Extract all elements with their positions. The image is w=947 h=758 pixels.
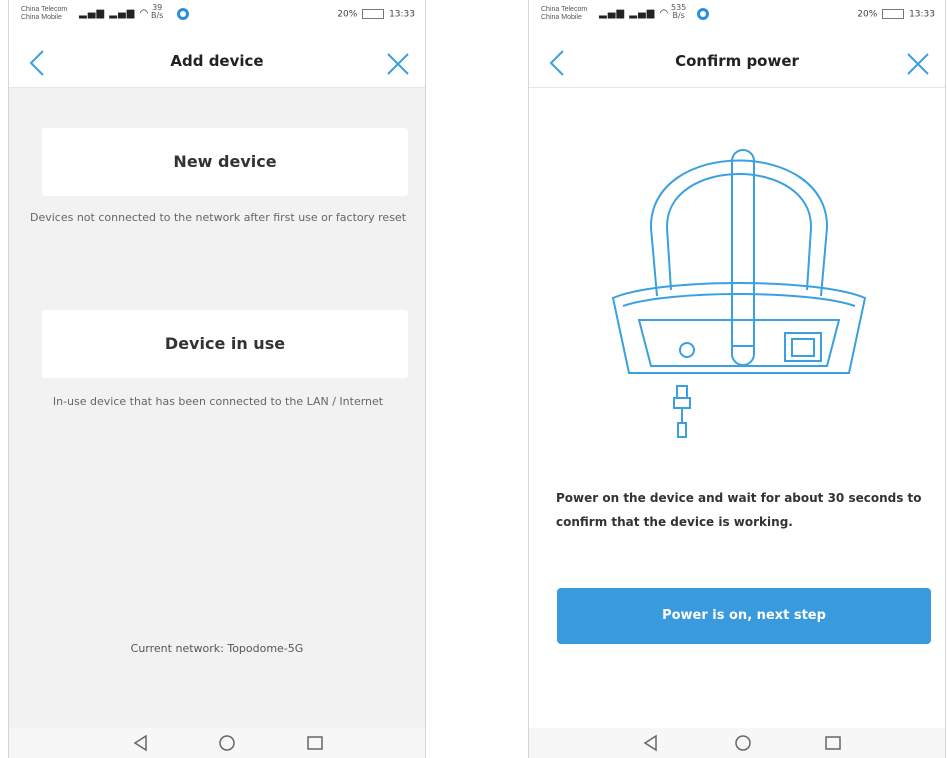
system-recents-icon[interactable] xyxy=(823,733,843,753)
battery-icon xyxy=(362,9,385,19)
nav-bar: Add device xyxy=(9,38,425,88)
app-indicator-icon xyxy=(697,8,709,20)
status-right: 20% 13:33 xyxy=(857,9,935,20)
battery-percent: 20% xyxy=(337,9,358,20)
system-home-icon[interactable] xyxy=(217,733,237,753)
net-speed: 39 B/s xyxy=(151,3,164,20)
status-bar: China Telecom China Mobile ▂▄▆ ▂▄▆ ◠ 39 … xyxy=(9,0,425,38)
system-home-icon[interactable] xyxy=(733,733,753,753)
system-back-icon[interactable] xyxy=(641,733,661,753)
camera-illustration xyxy=(611,149,867,438)
status-bar: China Telecom China Mobile ▂▄▆ ▂▄▆ ◠ 535… xyxy=(529,0,945,38)
net-speed: 535 B/s xyxy=(671,3,687,20)
new-device-description: Devices not connected to the network aft… xyxy=(29,211,407,224)
carrier-2: China Mobile xyxy=(21,14,62,21)
close-icon[interactable] xyxy=(903,48,933,78)
clock: 13:33 xyxy=(909,9,935,20)
system-back-icon[interactable] xyxy=(131,733,151,753)
device-in-use-description: In-use device that has been connected to… xyxy=(52,395,384,408)
battery-icon xyxy=(882,9,905,19)
system-nav-bar xyxy=(9,728,425,758)
carrier-2: China Mobile xyxy=(541,14,582,21)
current-network-label: Current network: Topodome-5G xyxy=(130,642,304,655)
signal-icon: ▂▄▆ ▂▄▆ ◠ xyxy=(599,8,670,19)
signal-icon: ▂▄▆ ▂▄▆ ◠ xyxy=(79,8,150,19)
page-title: Add device xyxy=(170,52,264,70)
carrier-labels: China Telecom China Mobile xyxy=(21,6,67,22)
status-right: 20% 13:33 xyxy=(337,9,415,20)
app-indicator-icon xyxy=(177,8,189,20)
system-recents-icon[interactable] xyxy=(305,733,325,753)
carrier-labels: China Telecom China Mobile xyxy=(541,6,587,22)
clock: 13:33 xyxy=(389,9,415,20)
nav-bar: Confirm power xyxy=(529,38,945,88)
power-on-next-button[interactable]: Power is on, next step xyxy=(557,588,931,644)
battery-percent: 20% xyxy=(857,9,878,20)
carrier-1: China Telecom xyxy=(541,6,588,13)
power-instruction: Power on the device and wait for about 3… xyxy=(556,491,922,529)
system-nav-bar xyxy=(529,728,945,758)
carrier-1: China Telecom xyxy=(21,6,68,13)
new-device-button[interactable]: New device xyxy=(42,128,408,196)
device-in-use-button[interactable]: Device in use xyxy=(42,310,408,378)
page-title: Confirm power xyxy=(675,52,799,70)
confirm-power-screen: China Telecom China Mobile ▂▄▆ ▂▄▆ ◠ 535… xyxy=(528,0,946,758)
close-icon[interactable] xyxy=(383,48,413,78)
add-device-screen: China Telecom China Mobile ▂▄▆ ▂▄▆ ◠ 39 … xyxy=(8,0,426,758)
